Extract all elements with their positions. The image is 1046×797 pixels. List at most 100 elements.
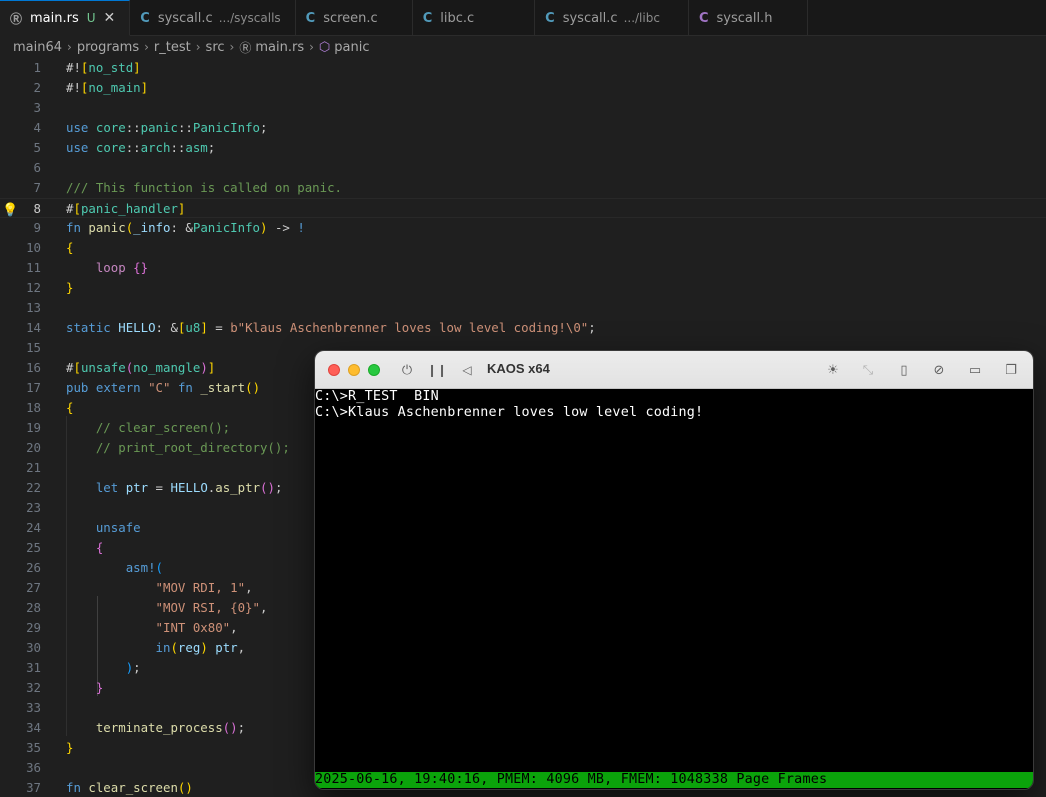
emulator-screen[interactable]: C:\>R_TEST BIN C:\>Klaus Aschenbrenner l… xyxy=(315,389,1033,789)
tab-screen-c[interactable]: C screen.c xyxy=(296,0,413,36)
line-number: 30 xyxy=(26,640,41,655)
brightness-icon[interactable]: ☀ xyxy=(823,360,843,380)
pause-icon[interactable]: ❙❙ xyxy=(427,360,447,380)
line-number: 26 xyxy=(26,560,41,575)
line-number: 4 xyxy=(33,120,41,135)
modified-indicator: U xyxy=(86,11,96,25)
line-number: 13 xyxy=(26,300,41,315)
line-number: 11 xyxy=(26,260,41,275)
line-number: 23 xyxy=(26,500,41,515)
breadcrumb-item-r-test[interactable]: r_test xyxy=(154,40,191,55)
c-file-icon: C xyxy=(140,10,150,26)
line-number: 32 xyxy=(26,680,41,695)
code-line-current: 💡 8 #[panic_handler] xyxy=(0,198,1046,218)
tab-syscall-c-syscalls[interactable]: C syscall.c .../syscalls xyxy=(130,0,296,36)
line-number: 15 xyxy=(26,340,41,355)
line-number: 28 xyxy=(26,600,41,615)
tab-label: screen.c xyxy=(323,10,378,26)
line-number: 18 xyxy=(26,400,41,415)
breadcrumb-item-programs[interactable]: programs xyxy=(77,40,139,55)
code-line: 12} xyxy=(0,278,1046,298)
emulator-window[interactable]: ⏻ ❙❙ ◁ KAOS x64 ☀ ⤡ ▯ ⊘ ▭ ❐ C:\>R_TEST B… xyxy=(314,350,1034,790)
tab-label: main.rs xyxy=(30,10,79,26)
tab-description: .../libc xyxy=(623,11,660,25)
windows-icon[interactable]: ❐ xyxy=(1001,360,1021,380)
emulator-title-bar[interactable]: ⏻ ❙❙ ◁ KAOS x64 ☀ ⤡ ▯ ⊘ ▭ ❐ xyxy=(315,351,1033,389)
chevron-right-icon: › xyxy=(195,40,201,54)
code-line: 3 xyxy=(0,98,1046,118)
line-number: 14 xyxy=(26,320,41,335)
chevron-right-icon: › xyxy=(67,40,72,54)
line-number: 5 xyxy=(33,140,41,155)
line-number: 19 xyxy=(26,420,41,435)
tab-syscall-h[interactable]: C syscall.h xyxy=(689,0,809,36)
window-close-button[interactable] xyxy=(328,364,340,376)
c-file-icon: C xyxy=(545,10,555,26)
c-file-icon: C xyxy=(305,10,316,26)
line-number: 22 xyxy=(26,480,41,495)
line-number: 34 xyxy=(26,720,41,735)
symbol-function-icon: ⬡ xyxy=(318,39,331,55)
code-line: 6 xyxy=(0,158,1046,178)
usb-icon[interactable]: ▯ xyxy=(894,360,914,380)
tab-label: syscall.h xyxy=(716,10,773,26)
code-line: 1 #![no_std] xyxy=(0,58,1046,78)
tab-libc-c[interactable]: C libc.c xyxy=(413,0,536,36)
code-line: 4 use core::panic::PanicInfo; xyxy=(0,118,1046,138)
code-line: 13 xyxy=(0,298,1046,318)
code-line: 10{ xyxy=(0,238,1046,258)
tab-description: .../syscalls xyxy=(218,11,281,25)
rust-file-icon: Ⓡ xyxy=(239,40,252,55)
breadcrumb-item-main-rs[interactable]: main.rs xyxy=(255,40,304,55)
code-line: 2 #![no_main] xyxy=(0,78,1046,98)
chevron-right-icon: › xyxy=(229,40,235,54)
line-number: 8 xyxy=(33,201,41,216)
line-number: 36 xyxy=(26,760,41,775)
line-number: 21 xyxy=(26,460,41,475)
tab-label: syscall.c xyxy=(562,10,618,26)
code-line: 5 use core::arch::asm; xyxy=(0,138,1046,158)
line-number: 16 xyxy=(26,360,41,375)
back-icon[interactable]: ◁ xyxy=(457,360,477,380)
line-number: 31 xyxy=(26,660,41,675)
folder-share-icon[interactable]: ▭ xyxy=(965,360,985,380)
window-minimize-button[interactable] xyxy=(348,364,360,376)
code-line: 7/// This function is called on panic. xyxy=(0,178,1046,198)
status-bar: 2025-06-16, 19:40:16, PMEM: 4096 MB, FME… xyxy=(315,772,1033,788)
editor-tab-bar: Ⓡ main.rs U ✕ C syscall.c .../syscalls C… xyxy=(0,0,1046,36)
line-number: 3 xyxy=(33,100,41,115)
line-number: 24 xyxy=(26,520,41,535)
tab-label: libc.c xyxy=(440,10,475,26)
tab-syscall-c-libc[interactable]: C syscall.c .../libc xyxy=(535,0,689,36)
line-number: 7 xyxy=(33,180,41,195)
line-number: 37 xyxy=(26,780,41,795)
rust-file-icon: Ⓡ xyxy=(10,11,23,26)
breadcrumb: main64 › programs › r_test › src › Ⓡ mai… xyxy=(0,36,1046,58)
breadcrumb-item-src[interactable]: src xyxy=(206,40,225,55)
line-number: 9 xyxy=(33,220,41,235)
tab-main-rs[interactable]: Ⓡ main.rs U ✕ xyxy=(0,0,131,36)
resize-icon[interactable]: ⤡ xyxy=(858,360,878,380)
breadcrumb-item-panic[interactable]: panic xyxy=(334,40,369,55)
line-number: 29 xyxy=(26,620,41,635)
code-line: 14 static HELLO: &[u8] = b"Klaus Aschenbr… xyxy=(0,318,1046,338)
line-number: 25 xyxy=(26,540,41,555)
c-file-icon: C xyxy=(422,10,433,26)
breadcrumb-item-main64[interactable]: main64 xyxy=(13,40,62,55)
window-zoom-button[interactable] xyxy=(368,364,380,376)
close-tab-icon[interactable]: ✕ xyxy=(104,10,116,26)
line-number: 2 xyxy=(33,80,41,95)
terminal-line: C:\>Klaus Aschenbrenner loves low level … xyxy=(315,405,704,420)
line-number: 6 xyxy=(33,160,41,175)
network-icon[interactable]: ⊘ xyxy=(929,360,949,380)
status-line: 2025-06-16, 19:40:16, PMEM: 4096 MB, FME… xyxy=(315,772,828,787)
chevron-right-icon: › xyxy=(144,40,149,54)
line-number: 10 xyxy=(26,240,41,255)
tab-label: syscall.c xyxy=(157,10,213,26)
emulator-title: KAOS x64 xyxy=(487,361,550,376)
line-number: 35 xyxy=(26,740,41,755)
line-number: 17 xyxy=(26,380,41,395)
line-number: 20 xyxy=(26,440,41,455)
line-number: 33 xyxy=(26,700,41,715)
power-icon[interactable]: ⏻ xyxy=(397,360,417,380)
